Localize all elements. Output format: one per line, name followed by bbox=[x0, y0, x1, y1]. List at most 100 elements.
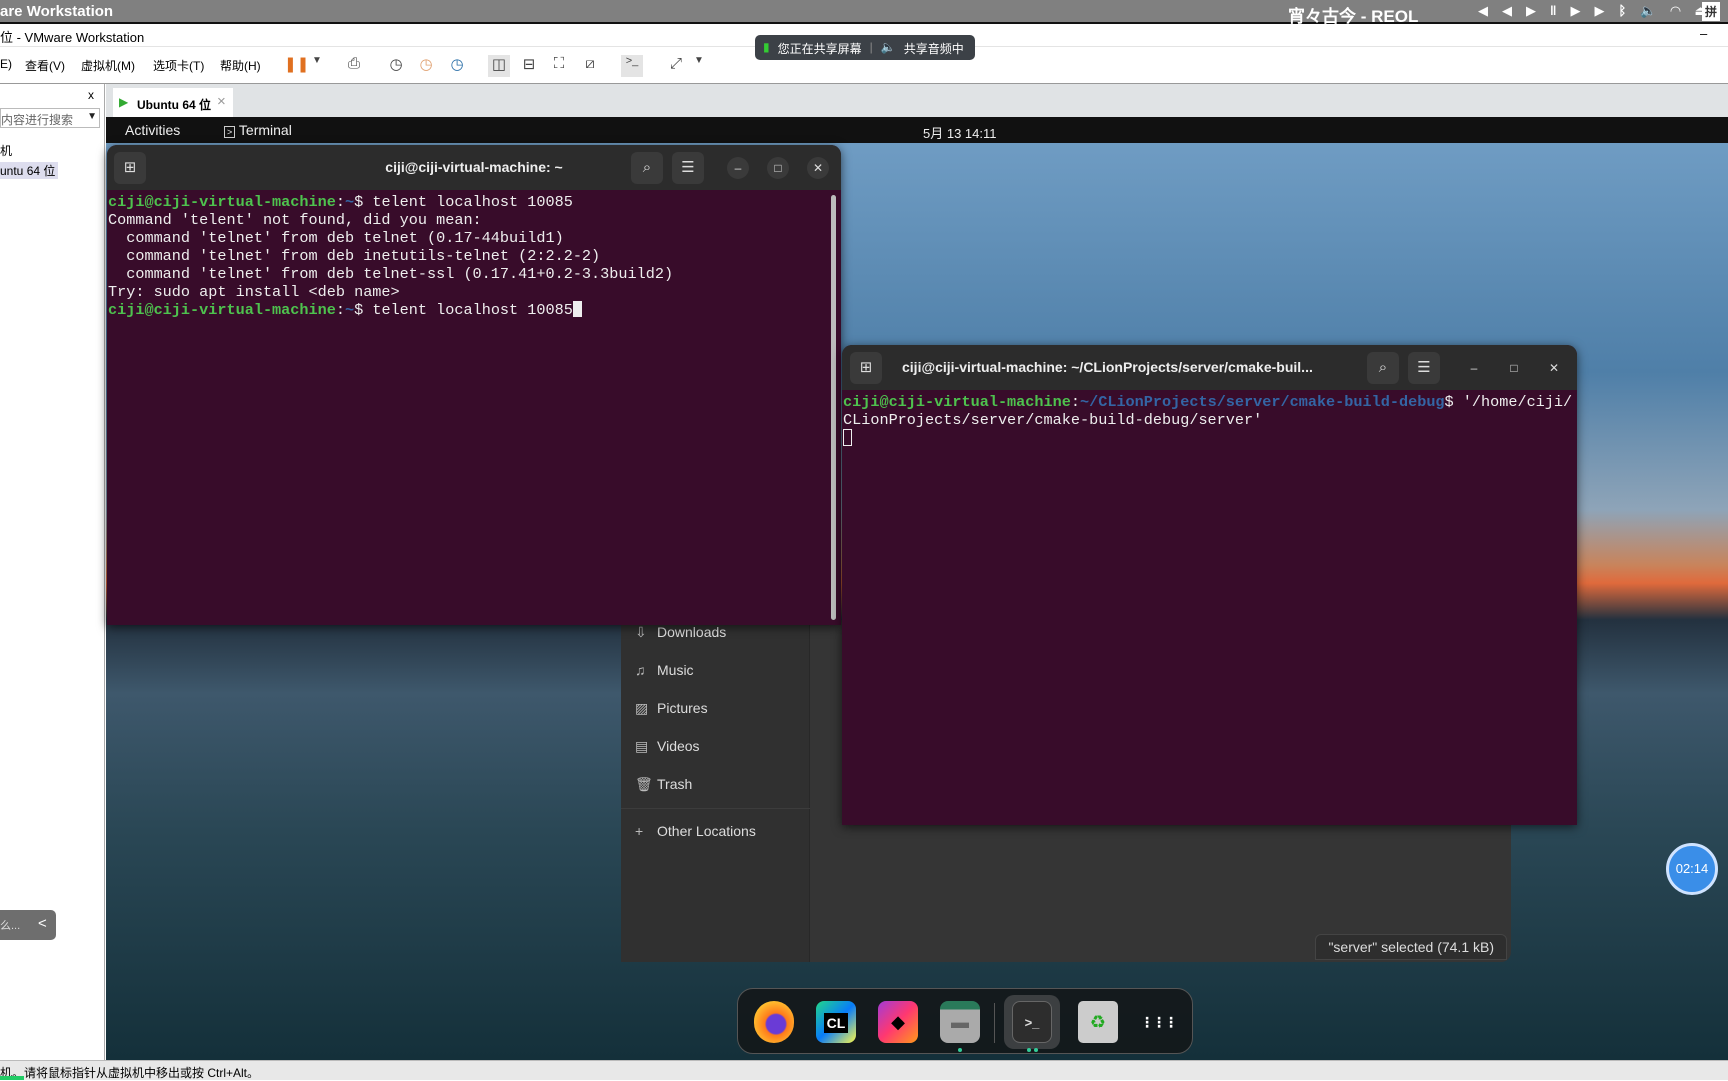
terminal-output[interactable]: ciji@ciji-virtual-machine:~/CLionProject… bbox=[842, 390, 1577, 448]
text-cursor bbox=[843, 429, 852, 446]
dock-files[interactable]: ▬ bbox=[940, 1001, 980, 1043]
tab-close-button[interactable]: × bbox=[217, 93, 226, 110]
activities-button[interactable]: Activities bbox=[125, 122, 180, 138]
sharing-screen-label: 您正在共享屏幕 bbox=[777, 42, 862, 56]
menu-help[interactable]: 帮助(H) bbox=[220, 57, 261, 74]
trash-icon: 🗑 bbox=[635, 776, 653, 792]
window-title: 位 - VMware Workstation bbox=[0, 30, 145, 45]
recording-timer[interactable]: 02:14 bbox=[1666, 843, 1718, 895]
sidebar-item-trash[interactable]: 🗑 Trash bbox=[635, 776, 692, 793]
close-icon[interactable]: ✕ bbox=[807, 157, 829, 179]
search-icon[interactable]: ⌕ bbox=[631, 152, 663, 184]
label: Videos bbox=[657, 738, 700, 754]
vm-tab-strip: ▶ Ubuntu 64 位 × bbox=[106, 84, 1728, 117]
menu-tabs[interactable]: 选项卡(T) bbox=[153, 57, 204, 74]
hamburger-menu-icon[interactable]: ☰ bbox=[672, 152, 704, 184]
terminal-icon: > bbox=[224, 126, 236, 138]
fast-forward-icon[interactable]: ▶▶ bbox=[1570, 3, 1618, 18]
ime-icon[interactable]: 拼 bbox=[1702, 2, 1721, 21]
chevron-left-icon[interactable]: < bbox=[38, 915, 47, 932]
media-controls[interactable]: ◀◀▶‖▶▶ᛒ🔈◠⏏ bbox=[1478, 3, 1721, 19]
menu-view[interactable]: 查看(V) bbox=[25, 57, 65, 74]
console-view-icon[interactable]: ⊟ bbox=[518, 55, 540, 77]
terminal-window-server[interactable]: ⊞ ciji@ciji-virtual-machine: ~/CLionProj… bbox=[842, 345, 1577, 825]
dock-terminal[interactable]: >_ bbox=[1012, 1001, 1052, 1043]
bluetooth-icon[interactable]: ᛒ bbox=[1618, 3, 1640, 18]
volume-icon[interactable]: 🔈 bbox=[1640, 3, 1670, 18]
selection-status: "server" selected (74.1 kB) bbox=[1315, 934, 1507, 960]
snapshot-manager-icon[interactable]: ◷ bbox=[446, 55, 468, 77]
revert-snapshot-icon[interactable]: ◷ bbox=[415, 55, 437, 77]
maximize-icon[interactable]: □ bbox=[1503, 357, 1525, 379]
download-icon: ⇩ bbox=[635, 624, 647, 640]
sidebar-item-videos[interactable]: ▤ Videos bbox=[635, 738, 700, 755]
host-menubar: are Workstation 宵々古今 - REOL ◀◀▶‖▶▶ᛒ🔈◠⏏ 拼 bbox=[0, 0, 1728, 26]
dock-firefox[interactable]: 🦊 bbox=[754, 1001, 794, 1043]
search-dropdown-icon[interactable]: ▼ bbox=[87, 111, 97, 122]
library-item-ubuntu[interactable]: untu 64 位 bbox=[0, 162, 59, 179]
dock-show-apps[interactable]: ⋮⋮⋮ bbox=[1138, 1001, 1178, 1043]
signal-icon: ▮ bbox=[763, 40, 770, 54]
maximize-icon[interactable]: □ bbox=[767, 157, 789, 179]
collapsed-widget[interactable]: 么... < bbox=[0, 910, 56, 940]
play-pause-icon[interactable]: ▶‖ bbox=[1526, 3, 1570, 18]
music-icon: ♫ bbox=[635, 662, 646, 678]
search-icon[interactable]: ⌕ bbox=[1367, 352, 1399, 384]
label: Pictures bbox=[657, 700, 708, 716]
status-message: 机。请将鼠标指针从虚拟机中移出或按 Ctrl+Alt。 bbox=[0, 1066, 260, 1080]
stretch-dropdown-icon[interactable]: ▼ bbox=[688, 55, 710, 77]
rewind-icon[interactable]: ◀◀ bbox=[1478, 3, 1526, 18]
terminal-view-icon[interactable]: >_ bbox=[621, 55, 643, 77]
wifi-icon[interactable]: ◠ bbox=[1670, 3, 1694, 18]
files-sidebar: ⇩ Downloads ♫ Music ▨ Pictures ▤ Videos 🗑 Tra… bbox=[621, 620, 810, 962]
videos-icon: ▤ bbox=[635, 738, 649, 754]
dock-clion[interactable]: CL bbox=[816, 1001, 856, 1043]
terminal-window-home[interactable]: ⊞ ciji@ciji-virtual-machine: ~ ⌕ ☰ – □ ✕… bbox=[107, 145, 841, 625]
library-search-input[interactable]: 内容进行搜索 ▼ bbox=[0, 108, 100, 128]
sidebar-item-downloads[interactable]: ⇩ Downloads bbox=[635, 624, 726, 641]
new-tab-icon[interactable]: ⊞ bbox=[850, 352, 882, 384]
label: Downloads bbox=[657, 624, 727, 640]
label: Trash bbox=[657, 776, 693, 792]
sharing-audio-label: 共享音频中 bbox=[903, 42, 964, 56]
library-item-computer[interactable]: 机 bbox=[0, 142, 12, 159]
dock-jetbrains-toolbox[interactable]: ◆ bbox=[878, 1001, 918, 1043]
fullscreen-icon[interactable]: ⛶ bbox=[548, 55, 570, 77]
label: Music bbox=[657, 662, 694, 678]
clion-icon: CL bbox=[823, 1013, 849, 1033]
snapshot-icon[interactable]: ◷ bbox=[385, 55, 407, 77]
minimize-button[interactable]: – bbox=[1700, 26, 1707, 41]
library-view-icon[interactable]: ◫ bbox=[488, 55, 510, 77]
terminal-line: command 'telnet' from deb telnet-ssl (0.… bbox=[108, 265, 674, 283]
screen-sharing-indicator[interactable]: ▮ 您正在共享屏幕 | 🔈 共享音频中 bbox=[755, 35, 975, 60]
plus-icon: + bbox=[635, 823, 644, 839]
sidebar-item-music[interactable]: ♫ Music bbox=[635, 662, 694, 678]
stretch-icon[interactable]: ⤢ bbox=[665, 55, 687, 77]
scrollbar[interactable] bbox=[831, 195, 836, 620]
library-close-button[interactable]: x bbox=[88, 88, 94, 102]
tab-ubuntu[interactable]: ▶ Ubuntu 64 位 × bbox=[113, 88, 233, 117]
terminal-line: Try: sudo apt install <deb name> bbox=[108, 283, 400, 301]
app-menu-terminal[interactable]: > Terminal bbox=[224, 122, 292, 138]
unity-icon[interactable]: ⧄ bbox=[579, 55, 601, 77]
pictures-icon: ▨ bbox=[635, 700, 649, 716]
search-placeholder: 内容进行搜索 bbox=[1, 113, 74, 127]
pause-icon[interactable]: ❚❚ bbox=[284, 55, 309, 77]
send-keys-icon[interactable]: ⎙ bbox=[343, 55, 365, 77]
hamburger-menu-icon[interactable]: ☰ bbox=[1408, 352, 1440, 384]
dropdown-icon[interactable]: ▼ bbox=[306, 55, 328, 77]
minimize-icon[interactable]: – bbox=[1463, 357, 1485, 379]
terminal-title: ciji@ciji-virtual-machine: ~/CLionProjec… bbox=[902, 359, 1313, 375]
library-panel: x 内容进行搜索 ▼ 机 untu 64 位 么... < bbox=[0, 84, 105, 1060]
vm-icon: ▶ bbox=[119, 95, 129, 109]
menu-vm[interactable]: 虚拟机(M) bbox=[81, 57, 135, 74]
terminal-line: command 'telnet' from deb telnet (0.17-4… bbox=[108, 229, 564, 247]
minimize-icon[interactable]: – bbox=[727, 157, 749, 179]
sidebar-item-other-locations[interactable]: + Other Locations bbox=[635, 823, 756, 839]
terminal-output[interactable]: ciji@ciji-virtual-machine:~$ telent loca… bbox=[107, 190, 841, 319]
dock-trash[interactable]: ♻ bbox=[1078, 1001, 1118, 1043]
clock[interactable]: 5月 13 14:11 bbox=[923, 123, 996, 142]
close-icon[interactable]: ✕ bbox=[1543, 357, 1565, 379]
menu-edit[interactable]: E) bbox=[0, 57, 12, 71]
sidebar-item-pictures[interactable]: ▨ Pictures bbox=[635, 700, 708, 717]
